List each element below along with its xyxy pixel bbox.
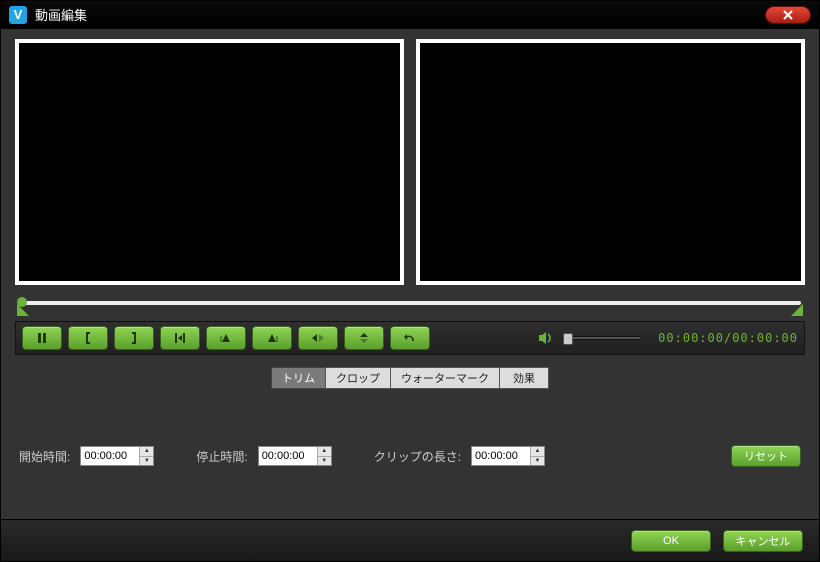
preview-output [416, 39, 805, 285]
preview-original [15, 39, 404, 285]
start-time-field[interactable] [81, 447, 139, 465]
close-icon [783, 10, 793, 20]
undo-button[interactable] [390, 326, 430, 350]
flip-h-icon [311, 332, 325, 344]
flip-vertical-button[interactable] [344, 326, 384, 350]
spin-down-icon[interactable]: ▼ [531, 457, 544, 466]
rotate-right-icon [265, 332, 279, 344]
bracket-open-icon [82, 332, 94, 344]
tab-crop[interactable]: クロップ [325, 367, 391, 389]
spin-down-icon[interactable]: ▼ [140, 457, 153, 466]
timeline[interactable] [15, 295, 805, 317]
time-current: 00:00:00 [658, 331, 724, 345]
clip-length-input[interactable]: ▲ ▼ [471, 446, 545, 466]
clip-length-spinner[interactable]: ▲ ▼ [530, 447, 544, 465]
trim-handle-end[interactable] [791, 304, 803, 316]
start-time-spinner[interactable]: ▲ ▼ [139, 447, 153, 465]
app-icon: V [9, 6, 27, 24]
cancel-button[interactable]: キャンセル [723, 530, 803, 552]
close-button[interactable] [765, 6, 811, 24]
clip-length-label: クリップの長さ: [374, 448, 461, 465]
titlebar: V 動画編集 [1, 1, 819, 29]
tab-bar: トリム クロップ ウォーターマーク 効果 [15, 367, 805, 389]
reset-button[interactable]: リセット [731, 445, 801, 467]
spin-down-icon[interactable]: ▼ [318, 457, 331, 466]
volume-thumb[interactable] [563, 333, 573, 345]
bracket-close-icon [128, 332, 140, 344]
start-time-label: 開始時間: [19, 448, 70, 465]
spin-up-icon[interactable]: ▲ [140, 447, 153, 457]
start-time-input[interactable]: ▲ ▼ [80, 446, 154, 466]
end-time-field[interactable] [259, 447, 317, 465]
playback-controls: 00:00:00/00:00:00 [15, 321, 805, 355]
pause-button[interactable] [22, 326, 62, 350]
crop-marker-icon [173, 332, 187, 344]
crop-marker-button[interactable] [160, 326, 200, 350]
spin-up-icon[interactable]: ▲ [318, 447, 331, 457]
volume-slider[interactable] [562, 336, 642, 340]
bracket-end-button[interactable] [114, 326, 154, 350]
ok-button[interactable]: OK [631, 530, 711, 552]
flip-v-icon [357, 332, 371, 344]
footer: OK キャンセル [1, 519, 819, 561]
rotate-right-button[interactable] [252, 326, 292, 350]
timeline-track [19, 301, 801, 305]
preview-row [15, 39, 805, 285]
pause-icon [36, 332, 48, 344]
tab-effect[interactable]: 効果 [499, 367, 549, 389]
flip-horizontal-button[interactable] [298, 326, 338, 350]
volume-button[interactable] [536, 328, 556, 348]
end-time-label: 停止時間: [196, 448, 247, 465]
trim-panel: 開始時間: ▲ ▼ 停止時間: ▲ ▼ クリップの長さ: ▲ ▼ リセッ [15, 445, 805, 467]
bracket-start-button[interactable] [68, 326, 108, 350]
spin-up-icon[interactable]: ▲ [531, 447, 544, 457]
time-display: 00:00:00/00:00:00 [658, 331, 798, 345]
undo-icon [403, 332, 417, 344]
tab-watermark[interactable]: ウォーターマーク [390, 367, 500, 389]
speaker-icon [538, 331, 554, 345]
end-time-spinner[interactable]: ▲ ▼ [317, 447, 331, 465]
trim-handle-start[interactable] [17, 304, 29, 316]
tab-trim[interactable]: トリム [271, 367, 326, 389]
window-title: 動画編集 [35, 5, 765, 24]
time-total: 00:00:00 [732, 331, 798, 345]
main-area: 00:00:00/00:00:00 トリム クロップ ウォーターマーク 効果 開… [1, 29, 819, 519]
clip-length-field[interactable] [472, 447, 530, 465]
end-time-input[interactable]: ▲ ▼ [258, 446, 332, 466]
rotate-left-button[interactable] [206, 326, 246, 350]
rotate-left-icon [219, 332, 233, 344]
